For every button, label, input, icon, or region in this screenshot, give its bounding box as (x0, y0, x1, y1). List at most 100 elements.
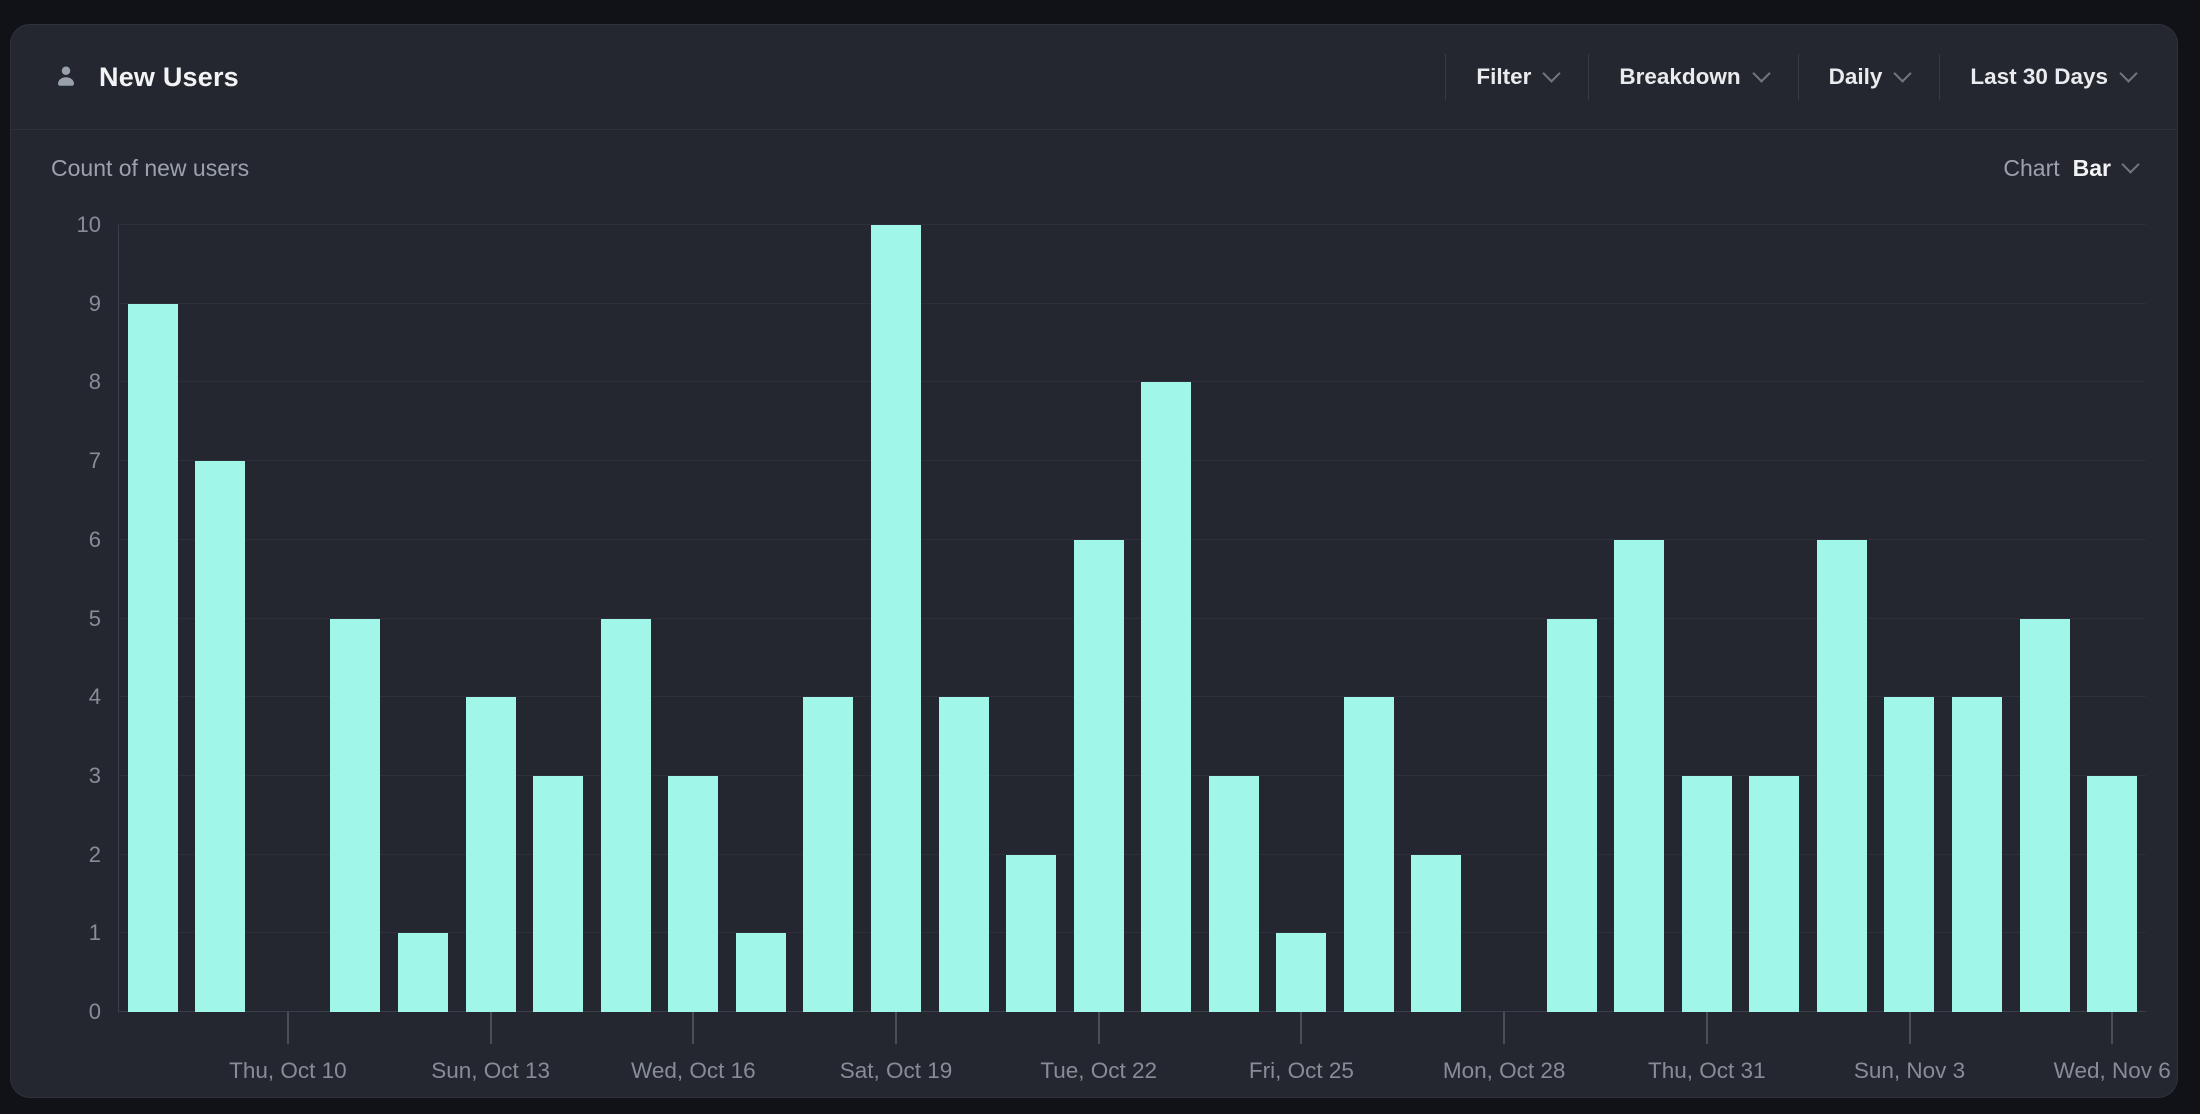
bar-slot (1065, 225, 1133, 1012)
x-axis-tick (1909, 1012, 1911, 1044)
chart-subheader: Count of new users Chart Bar (11, 130, 2177, 206)
bar-slot (1132, 225, 1200, 1012)
x-axis-tick-label: Thu, Oct 10 (229, 1058, 347, 1084)
bar-27[interactable] (1952, 697, 2002, 1012)
bar-1[interactable] (195, 461, 245, 1012)
chart-type-select[interactable]: Chart Bar (2003, 155, 2137, 182)
granularity-dropdown-label: Daily (1829, 64, 1883, 90)
bar-slot (1741, 225, 1809, 1012)
bar-slot (1808, 225, 1876, 1012)
bar-slot (997, 225, 1065, 1012)
bar-slot (254, 225, 322, 1012)
plot-area: 012345678910Thu, Oct 10Sun, Oct 13Wed, O… (119, 225, 2146, 1012)
user-icon (51, 62, 81, 92)
bar-8[interactable] (668, 776, 718, 1012)
bar-slot (1403, 225, 1471, 1012)
bar-11[interactable] (871, 225, 921, 1012)
y-axis-tick-label: 4 (89, 684, 101, 710)
chevron-down-icon (1894, 64, 1912, 82)
card-header: New Users Filter Breakdown Daily Last 30 Da… (11, 25, 2177, 130)
y-axis-tick-label: 1 (89, 920, 101, 946)
bar-slot (524, 225, 592, 1012)
y-axis-tick-label: 3 (89, 763, 101, 789)
title-wrap: New Users (51, 62, 239, 93)
bar-22[interactable] (1614, 540, 1664, 1012)
x-axis-tick-label: Sun, Nov 3 (1854, 1058, 1965, 1084)
bar-14[interactable] (1074, 540, 1124, 1012)
bar-10[interactable] (803, 697, 853, 1012)
bar-23[interactable] (1682, 776, 1732, 1012)
bar-slot (389, 225, 457, 1012)
bar-3[interactable] (330, 619, 380, 1013)
x-axis-tick (2111, 1012, 2113, 1044)
bar-25[interactable] (1817, 540, 1867, 1012)
y-axis-tick-label: 0 (89, 999, 101, 1025)
chevron-down-icon (1752, 64, 1770, 82)
granularity-dropdown[interactable]: Daily (1799, 64, 1940, 90)
bar-slot (1268, 225, 1336, 1012)
chevron-down-icon (2119, 64, 2137, 82)
bar-slot (660, 225, 728, 1012)
filter-dropdown-label: Filter (1476, 64, 1531, 90)
date-range-dropdown[interactable]: Last 30 Days (1940, 64, 2141, 90)
y-axis-tick-label: 9 (89, 291, 101, 317)
bar-24[interactable] (1749, 776, 1799, 1012)
breakdown-dropdown-label: Breakdown (1619, 64, 1740, 90)
x-axis-tick (287, 1012, 289, 1044)
y-axis-tick-label: 10 (77, 212, 101, 238)
x-axis-tick (490, 1012, 492, 1044)
bar-28[interactable] (2020, 619, 2070, 1013)
bar-slot (727, 225, 795, 1012)
bar-6[interactable] (533, 776, 583, 1012)
x-axis-tick-label: Sun, Oct 13 (431, 1058, 550, 1084)
bar-4[interactable] (398, 933, 448, 1012)
bar-slot (1876, 225, 1944, 1012)
x-axis-tick (1300, 1012, 1302, 1044)
bar-17[interactable] (1276, 933, 1326, 1012)
filter-dropdown[interactable]: Filter (1446, 64, 1588, 90)
bar-26[interactable] (1884, 697, 1934, 1012)
bar-slot (1673, 225, 1741, 1012)
x-axis-tick-label: Thu, Oct 31 (1648, 1058, 1766, 1084)
bar-13[interactable] (1006, 855, 1056, 1012)
x-axis-tick (1706, 1012, 1708, 1044)
bar-18[interactable] (1344, 697, 1394, 1012)
bar-9[interactable] (736, 933, 786, 1012)
bar-7[interactable] (601, 619, 651, 1013)
y-axis-tick-label: 6 (89, 527, 101, 553)
bar-slot (1538, 225, 1606, 1012)
x-axis-tick (895, 1012, 897, 1044)
bar-slot (1943, 225, 2011, 1012)
bar-slot (457, 225, 525, 1012)
bar-slot (862, 225, 930, 1012)
bar-0[interactable] (128, 304, 178, 1012)
chevron-down-icon (1543, 64, 1561, 82)
x-axis-tick (692, 1012, 694, 1044)
bar-15[interactable] (1141, 382, 1191, 1012)
y-axis-tick-label: 8 (89, 369, 101, 395)
bar-29[interactable] (2087, 776, 2137, 1012)
page-title: New Users (99, 62, 239, 93)
new-users-card: New Users Filter Breakdown Daily Last 30 Da… (10, 24, 2178, 1098)
bar-19[interactable] (1411, 855, 1461, 1012)
x-axis-tick-label: Fri, Oct 25 (1249, 1058, 1354, 1084)
bar-slot (322, 225, 390, 1012)
bar-5[interactable] (466, 697, 516, 1012)
chart-type-label: Chart (2003, 155, 2059, 182)
x-axis-tick-label: Mon, Oct 28 (1443, 1058, 1566, 1084)
x-axis-tick (1098, 1012, 1100, 1044)
bar-16[interactable] (1209, 776, 1259, 1012)
bar-21[interactable] (1547, 619, 1597, 1013)
bar-slot (592, 225, 660, 1012)
bar-slot (2011, 225, 2079, 1012)
y-axis-tick-label: 5 (89, 606, 101, 632)
breakdown-dropdown[interactable]: Breakdown (1589, 64, 1797, 90)
chevron-down-icon (2121, 155, 2139, 173)
bar-slot (795, 225, 863, 1012)
bar-12[interactable] (939, 697, 989, 1012)
bar-slot (1605, 225, 1673, 1012)
chart-type-value: Bar (2073, 155, 2111, 182)
bars-layer (119, 225, 2146, 1012)
x-axis-tick-label: Wed, Nov 6 (2054, 1058, 2171, 1084)
x-axis-tick (1503, 1012, 1505, 1044)
